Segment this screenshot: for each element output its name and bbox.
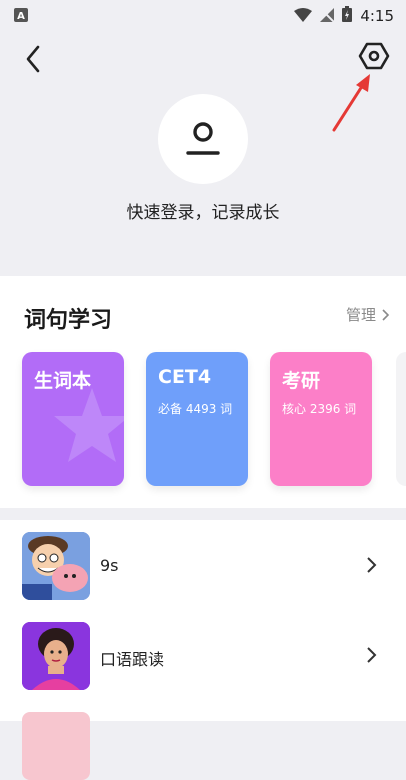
battery-icon xyxy=(342,6,353,26)
chevron-right-icon xyxy=(382,308,390,321)
wordbook-subtitle: 核心 2396 词 xyxy=(282,402,357,416)
list-item-label: 口语跟读 xyxy=(100,650,165,669)
list-item-oral-reading[interactable]: 口语跟读 xyxy=(0,610,406,690)
thumbnail-image xyxy=(22,712,90,780)
wordbook-card-peek[interactable] xyxy=(396,352,406,486)
wordbook-card-vocabulary[interactable]: 生词本 xyxy=(22,352,124,486)
status-time: 4:15 xyxy=(360,7,394,25)
wordbook-title: 考研 xyxy=(282,370,321,392)
wordbook-subtitle: 必备 4493 词 xyxy=(158,402,233,416)
list-item-partial[interactable] xyxy=(0,700,406,780)
section-title: 词句学习 xyxy=(24,308,113,333)
wordbook-card-kaoyan[interactable]: 考研 核心 2396 词 xyxy=(270,352,372,486)
notification-icon: A xyxy=(14,7,28,26)
no-signal-icon xyxy=(319,6,336,26)
hexagon-settings-icon xyxy=(358,42,390,70)
list-item-9s[interactable]: 9s xyxy=(0,520,406,600)
wordbook-card-cet4[interactable]: CET4 必备 4493 词 xyxy=(146,352,248,486)
annotation-arrow-icon xyxy=(328,70,374,136)
chevron-left-icon xyxy=(26,45,40,73)
word-learning-section: 词句学习 管理 生词本 CET4 必备 4493 词 考研 核心 2396 词 xyxy=(0,276,406,508)
svg-text:A: A xyxy=(17,11,25,22)
login-prompt[interactable]: 快速登录，记录成长 xyxy=(0,198,406,223)
thumbnail-cartoon-image xyxy=(22,532,90,600)
status-bar: A 4:15 xyxy=(0,0,406,30)
wordbook-title: 生词本 xyxy=(34,370,92,392)
manage-label: 管理 xyxy=(345,306,376,324)
chevron-right-icon xyxy=(367,557,377,573)
settings-button[interactable] xyxy=(356,38,392,74)
thumbnail-cartoon-image xyxy=(22,622,90,690)
wordbook-title: CET4 xyxy=(158,366,212,388)
back-button[interactable] xyxy=(20,42,48,76)
list-item-label: 9s xyxy=(100,556,119,575)
wifi-icon xyxy=(294,7,313,26)
user-icon xyxy=(186,122,220,155)
avatar[interactable] xyxy=(158,94,248,184)
feature-list: 9s 口语跟读 xyxy=(0,520,406,780)
manage-button[interactable]: 管理 xyxy=(346,304,390,325)
chevron-right-icon xyxy=(367,647,377,663)
